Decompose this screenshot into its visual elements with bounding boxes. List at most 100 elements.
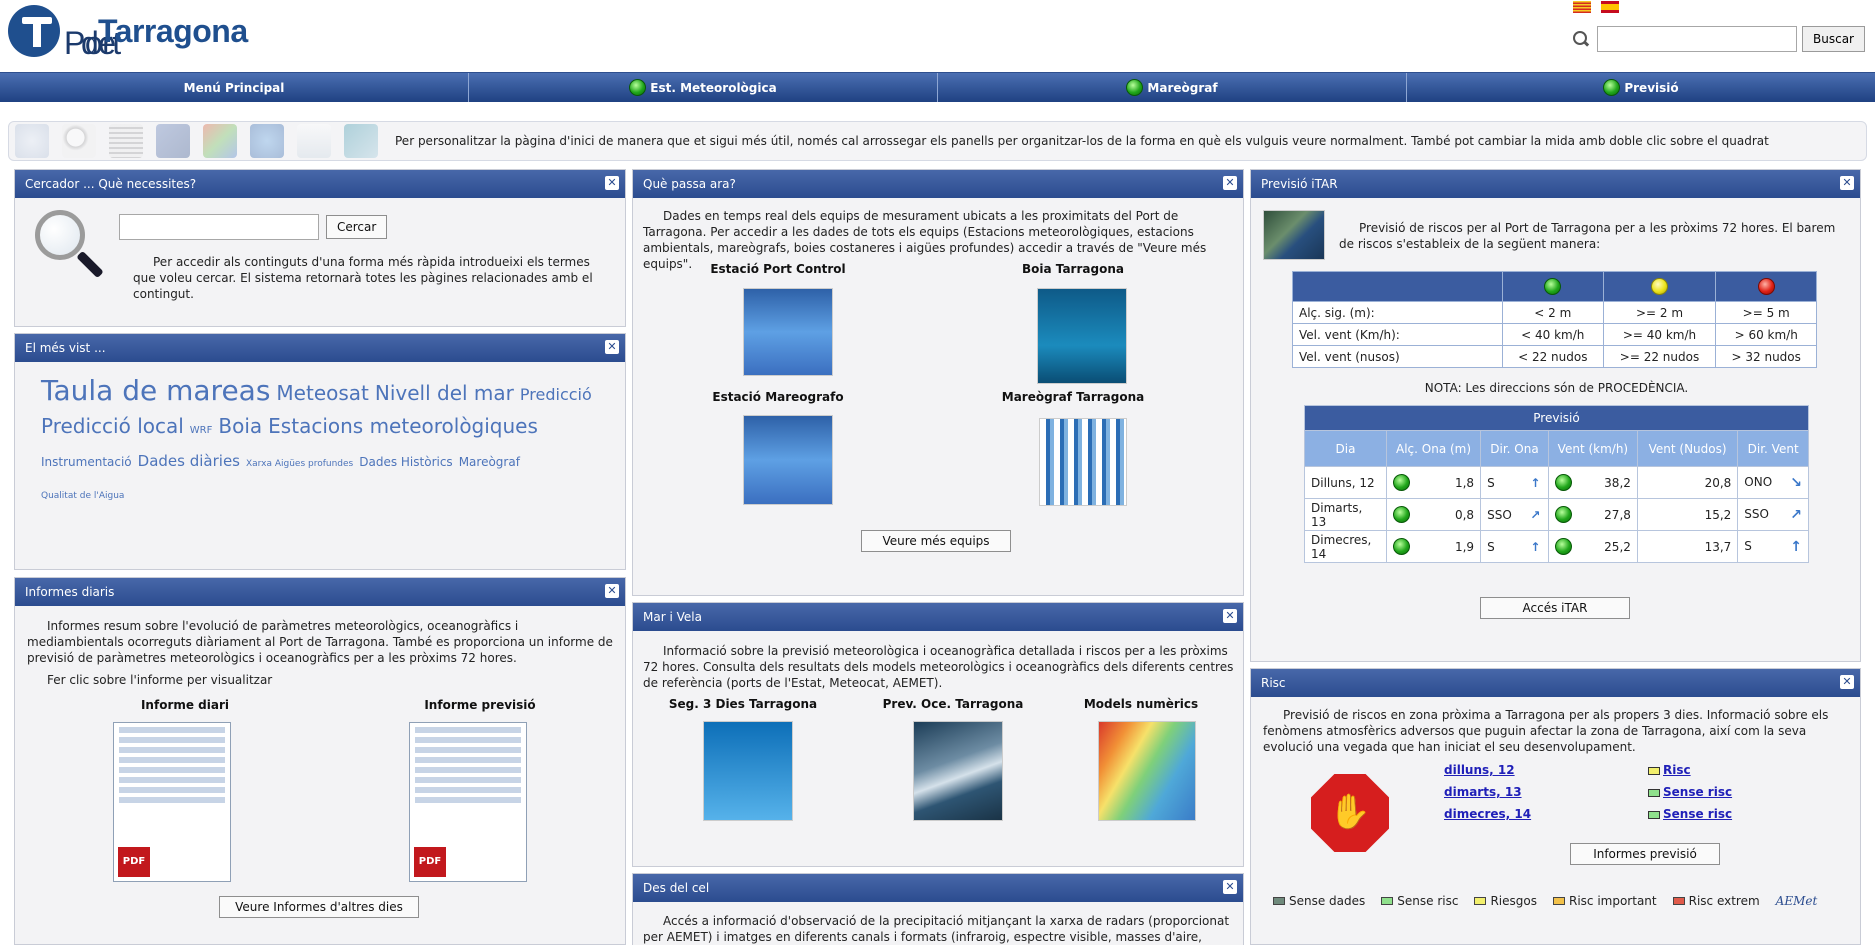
search-icon[interactable] (62, 124, 96, 158)
forecast-row: Dimecres, 14 1,9 S ↑ 25,2 13,7 S ↑ (1304, 530, 1809, 563)
prev-oce-image[interactable] (913, 721, 1003, 821)
risk-scale-table: Alç. sig. (m): < 2 m >= 2 m >= 5 m Vel. … (1292, 271, 1817, 368)
panel-title: Informes diaris (25, 585, 115, 599)
panel-header[interactable]: Des del cel ✕ (633, 874, 1243, 902)
panel-header[interactable]: Mar i Vela ✕ (633, 603, 1243, 631)
risc-status-link[interactable]: Sense risc (1663, 785, 1732, 799)
close-icon[interactable]: ✕ (1840, 176, 1854, 190)
tag-cloud-link[interactable]: Qualitat de l'Aigua (41, 481, 124, 511)
risk-row: Vel. vent (nusos) < 22 nudos >= 22 nudos… (1292, 345, 1817, 368)
aemet-logo[interactable]: AEMet (1776, 894, 1818, 908)
risc-day-link[interactable]: dimecres, 14 (1444, 807, 1531, 821)
boia-tarragona-image[interactable] (1037, 288, 1127, 384)
tag-cloud-link[interactable]: Estacions meteorològiques (268, 411, 538, 441)
tag-cloud-link[interactable]: WRF (190, 416, 213, 446)
close-icon[interactable]: ✕ (1223, 880, 1237, 894)
header-search-input[interactable] (1597, 26, 1797, 52)
nav-est-meteorologica[interactable]: Est. Meteorològica (469, 73, 938, 102)
veure-informes-button[interactable]: Veure Informes d'altres dies (219, 896, 419, 918)
risc-day-link[interactable]: dimarts, 13 (1444, 785, 1522, 799)
legend-swatch (1552, 897, 1565, 905)
estacio-mareografo-image[interactable] (743, 415, 833, 505)
globe-icon[interactable] (250, 124, 284, 158)
green-light-icon (1393, 474, 1411, 491)
risc-status-link[interactable]: Risc (1663, 763, 1691, 777)
tag-cloud: Taula de mareas Meteosat Nivell del mar Pre… (15, 362, 625, 525)
panel-que-passa-ara: Què passa ara? ✕ Dades en temps real del… (632, 169, 1244, 596)
tag-cloud-link[interactable]: Dades Històrics (359, 447, 452, 477)
informe-diari-thumb[interactable]: PDF (113, 722, 231, 882)
wave-icon[interactable] (344, 124, 378, 158)
spanish-flag-icon[interactable] (1601, 1, 1619, 13)
mareograf-tarragona-image[interactable] (1039, 418, 1127, 506)
risc-day-link[interactable]: dilluns, 12 (1444, 763, 1515, 777)
veure-mes-equips-button[interactable]: Veure més equips (861, 530, 1011, 552)
tag-cloud-link[interactable]: Boia (218, 411, 262, 441)
panel-cercador: Cercador ... Què necessites? ✕ Cercar Pe… (14, 169, 626, 327)
informes-text: Informes resum sobre l'evolució de paràm… (27, 619, 613, 665)
panel-title: Des del cel (643, 881, 710, 895)
panel-header[interactable]: Cercador ... Què necessites? ✕ (15, 170, 625, 198)
itar-aerial-image[interactable] (1263, 210, 1325, 260)
satellite-icon[interactable] (156, 124, 190, 158)
informe-previsio-thumb[interactable]: PDF (409, 722, 527, 882)
green-light-icon (1555, 538, 1573, 555)
tag-cloud-link[interactable]: Predicció (520, 380, 592, 410)
logo-text-de: de (81, 24, 116, 61)
forecast-row: Dimarts, 13 0,8 SSO ↗ 27,8 15,2 SSO ↗ (1304, 498, 1809, 531)
risc-status-link[interactable]: Sense risc (1663, 807, 1732, 821)
close-icon[interactable]: ✕ (605, 340, 619, 354)
nav-menu-principal[interactable]: Menú Principal (0, 73, 469, 102)
tag-cloud-link[interactable]: Mareògraf (459, 447, 520, 477)
informe-diari-title: Informe diari (140, 698, 230, 712)
panel-informes-diaris: Informes diaris ✕ Informes resum sobre l… (14, 577, 626, 945)
stop-hand-icon (1311, 774, 1389, 852)
yellow-light-icon (1650, 278, 1668, 295)
close-icon[interactable]: ✕ (1223, 176, 1237, 190)
wind-direction-arrow-icon: ↗ (1790, 506, 1802, 523)
acces-itar-button[interactable]: Accés iTAR (1480, 597, 1630, 619)
panel-header[interactable]: Què passa ara? ✕ (633, 170, 1243, 198)
close-icon[interactable]: ✕ (1223, 609, 1237, 623)
informe-previsio-title: Informe previsió (424, 698, 536, 712)
panel-title: Què passa ara? (643, 177, 736, 191)
nav-mareograf[interactable]: Mareògraf (938, 73, 1407, 102)
tag-cloud-link[interactable]: Predicció local (41, 411, 184, 441)
close-icon[interactable]: ✕ (1840, 675, 1854, 689)
tag-cloud-link[interactable]: Dades diàries (138, 446, 240, 476)
catalan-flag-icon[interactable] (1573, 1, 1591, 13)
close-icon[interactable]: ✕ (605, 584, 619, 598)
tag-cloud-link[interactable]: Xarxa Aigües profundes (246, 449, 353, 479)
tag-cloud-link[interactable]: Meteosat (276, 378, 368, 408)
logo-text-tarragona: Tarragona (98, 12, 248, 49)
cercar-button[interactable]: Cercar (326, 215, 388, 239)
tag-cloud-link[interactable]: Nivell del mar (375, 378, 514, 408)
panel-header[interactable]: Previsió iTAR ✕ (1251, 170, 1860, 198)
tag-cloud-link[interactable]: Instrumentació (41, 447, 132, 477)
header-search-button[interactable]: Buscar (1802, 26, 1865, 52)
cloud-icon[interactable] (15, 124, 49, 158)
panel-header[interactable]: Informes diaris ✕ (15, 578, 625, 606)
risk-row: Alç. sig. (m): < 2 m >= 2 m >= 5 m (1292, 301, 1817, 324)
panel-header[interactable]: El més vist ... ✕ (15, 334, 625, 362)
tag-cloud-link[interactable]: Taula de mareas (41, 376, 270, 406)
document-icon[interactable] (109, 124, 143, 158)
marvela-text: Informació sobre la previsió meteorològi… (643, 644, 1234, 690)
panel-title: El més vist ... (25, 341, 106, 355)
status-light-icon (629, 79, 647, 96)
search-icon (1573, 31, 1589, 47)
radar-icon[interactable] (203, 124, 237, 158)
panel-header[interactable]: Risc ✕ (1251, 669, 1860, 697)
wave-direction-arrow-icon: ↑ (1522, 466, 1549, 499)
close-icon[interactable]: ✕ (605, 176, 619, 190)
thermometer-icon[interactable] (297, 124, 331, 158)
estacio-port-control-image[interactable] (743, 288, 833, 376)
nav-previsio[interactable]: Previsió (1407, 73, 1875, 102)
models-numerics-image[interactable] (1098, 721, 1196, 821)
seg-3-dies-image[interactable] (703, 721, 793, 821)
panel-title: Mar i Vela (643, 610, 702, 624)
seg-3-dies-title: Seg. 3 Dies Tarragona (668, 697, 818, 711)
informes-previsio-button[interactable]: Informes previsió (1570, 843, 1720, 865)
port-tarragona-logo[interactable]: Port de Tarragona (8, 0, 248, 62)
cercador-input[interactable] (119, 214, 319, 240)
